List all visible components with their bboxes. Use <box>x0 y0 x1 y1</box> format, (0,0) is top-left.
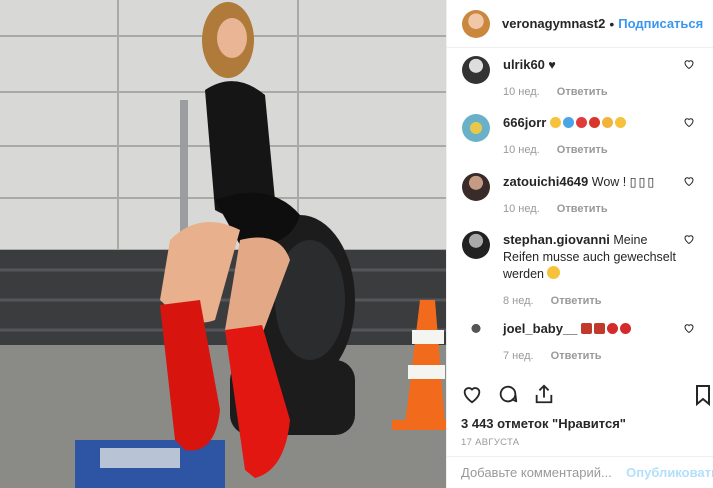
heart-icon[interactable] <box>683 58 695 70</box>
reply-button[interactable]: Ответить <box>551 295 602 307</box>
emoji-heart-eyes-icon <box>549 117 561 128</box>
comment-text: ♥ <box>548 58 556 72</box>
reply-button[interactable]: Ответить <box>557 144 608 156</box>
emoji-row <box>549 116 628 130</box>
post-sidebar: veronagymnast2 • Подписаться ulrik60 ♥ 1… <box>446 0 713 488</box>
emoji-droplets-icon <box>562 117 574 128</box>
avatar[interactable] <box>462 231 490 259</box>
author-avatar[interactable] <box>462 9 490 38</box>
avatar[interactable] <box>462 56 490 84</box>
unsupported-glyph-icon: ▯▯▯ <box>629 175 657 189</box>
author-username[interactable]: veronagymnast2 <box>502 16 605 31</box>
comment-username[interactable]: ulrik60 <box>503 57 545 72</box>
heart-icon[interactable] <box>683 175 695 187</box>
emoji-boot-icon <box>580 323 592 334</box>
comment-text: Wow ! <box>591 175 630 189</box>
comment-username[interactable]: 666jorr <box>503 115 546 130</box>
separator-dot: • <box>609 15 615 32</box>
comment-username[interactable]: stephan.giovanni <box>503 232 610 247</box>
comment-item: ulrik60 ♥ 10 нед. Ответить <box>462 56 703 101</box>
emoji-kiss-icon <box>614 117 626 128</box>
comment-item: joel_baby__ 7 нед. Ответить <box>462 320 703 365</box>
heart-icon[interactable] <box>683 116 695 128</box>
comment-item: stephan.giovanni Meine Reifen musse auch… <box>462 231 703 310</box>
follow-button[interactable]: Подписаться <box>618 16 703 31</box>
reply-button[interactable]: Ответить <box>557 86 608 98</box>
comment-age[interactable]: 7 нед. <box>503 350 534 362</box>
heart-icon[interactable] <box>683 322 695 334</box>
post-photo[interactable] <box>0 0 446 488</box>
emoji-lips-icon <box>606 323 618 334</box>
emoji-lips-icon <box>619 323 631 334</box>
emoji-hand-icon <box>601 117 613 128</box>
avatar[interactable] <box>462 114 490 142</box>
reply-button[interactable]: Ответить <box>551 350 602 362</box>
emoji-row <box>580 322 633 336</box>
emoji-tongue-icon <box>575 117 587 128</box>
comment-username[interactable]: joel_baby__ <box>503 321 577 336</box>
likes-count[interactable]: 3 443 отметок "Нравится" <box>461 416 626 431</box>
emoji-devil-icon <box>588 117 600 128</box>
comment-age[interactable]: 10 нед. <box>503 203 540 215</box>
comment-item: 666jorr 10 нед. Ответить <box>462 114 703 159</box>
post-date[interactable]: 17 АВГУСТА <box>461 437 519 448</box>
heart-icon[interactable] <box>683 233 695 245</box>
comment-icon[interactable] <box>497 383 519 405</box>
add-comment-bar: Добавьте комментарий... Опубликовать <box>447 456 713 488</box>
comment-username[interactable]: zatouichi4649 <box>503 174 588 189</box>
comment-input[interactable]: Добавьте комментарий... <box>461 465 626 480</box>
emoji-boot-icon <box>593 323 605 334</box>
photo-image <box>0 0 446 488</box>
comment-age[interactable]: 10 нед. <box>503 86 540 98</box>
avatar[interactable] <box>462 173 490 201</box>
bookmark-icon[interactable] <box>695 384 711 406</box>
avatar[interactable] <box>462 320 490 348</box>
publish-button[interactable]: Опубликовать <box>626 465 713 480</box>
share-icon[interactable] <box>533 383 555 405</box>
comments-list[interactable]: ulrik60 ♥ 10 нед. Ответить 666jorr 10 не… <box>447 48 713 378</box>
comment-age[interactable]: 10 нед. <box>503 144 540 156</box>
like-heart-icon[interactable] <box>461 383 483 405</box>
reply-button[interactable]: Ответить <box>557 203 608 215</box>
post-actions <box>461 383 555 405</box>
emoji-smile-icon <box>547 266 561 279</box>
comment-age[interactable]: 8 нед. <box>503 295 534 307</box>
post-header: veronagymnast2 • Подписаться <box>447 0 713 48</box>
comment-item: zatouichi4649 Wow ! ▯▯▯ 10 нед. Ответить <box>462 173 703 218</box>
